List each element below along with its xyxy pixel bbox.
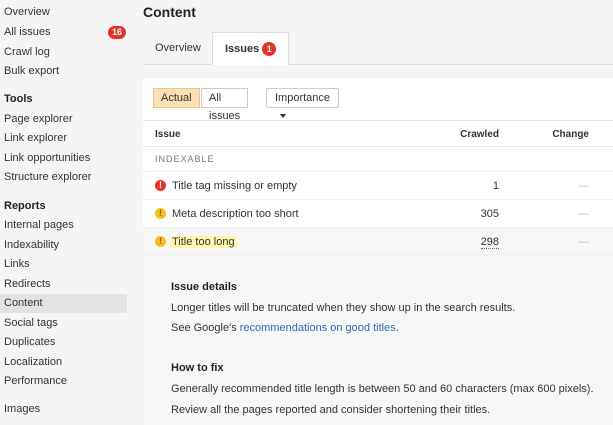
- column-header-crawled[interactable]: Crawled: [460, 129, 499, 140]
- issue-details-heading: Issue details: [171, 281, 238, 293]
- error-icon: !: [155, 180, 166, 191]
- table-row-selected[interactable]: ! Title too long 298 —: [143, 227, 613, 255]
- issues-panel: Actual All issues Importance Issue Crawl…: [143, 78, 613, 425]
- sidebar-heading-tools: Tools: [4, 93, 33, 105]
- tab-issues[interactable]: Issues 1: [212, 32, 290, 65]
- all-issues-toggle[interactable]: All issues: [201, 88, 249, 122]
- sidebar-item-redirects[interactable]: Redirects: [4, 275, 131, 294]
- issue-name[interactable]: Meta description too short: [172, 208, 299, 220]
- crawled-count[interactable]: 1: [493, 180, 499, 192]
- column-header-change[interactable]: Change: [552, 129, 589, 140]
- section-label-indexable: INDEXABLE: [155, 154, 215, 164]
- sidebar-item-duplicates[interactable]: Duplicates: [4, 333, 131, 352]
- table-row[interactable]: ! Title tag missing or empty 1 —: [143, 171, 613, 199]
- how-to-fix-text: Review all the pages reported and consid…: [171, 404, 491, 416]
- sidebar-heading-reports: Reports: [4, 200, 46, 212]
- issue-details-guidance: See Google's recommendations on good tit…: [171, 322, 399, 334]
- chevron-down-icon: [280, 114, 286, 118]
- warning-icon: !: [155, 236, 166, 247]
- how-to-fix-text: Generally recommended title length is be…: [171, 383, 594, 395]
- issue-name[interactable]: Title too long: [170, 236, 237, 248]
- main-content: Content Overview Issues 1 Actual All issu…: [143, 0, 613, 425]
- tab-bar: Overview Issues 1: [143, 32, 613, 65]
- crawled-count[interactable]: 305: [481, 208, 499, 220]
- actual-toggle[interactable]: Actual: [153, 88, 200, 108]
- crawled-count-link[interactable]: 298: [480, 236, 499, 249]
- table-row[interactable]: ! Meta description too short 305 —: [143, 199, 613, 227]
- change-value: —: [578, 180, 589, 192]
- sidebar-item-page-explorer[interactable]: Page explorer: [4, 110, 131, 129]
- table-header: Issue Crawled Change: [143, 120, 613, 147]
- sidebar-item-localization[interactable]: Localization: [4, 353, 131, 372]
- sidebar-item-performance[interactable]: Performance: [4, 372, 131, 391]
- warning-icon: !: [155, 208, 166, 219]
- sidebar-item-link-explorer[interactable]: Link explorer: [4, 129, 131, 148]
- issues-count-badge: 1: [262, 42, 277, 56]
- sidebar-item-content[interactable]: Content: [0, 294, 127, 313]
- change-value: —: [578, 236, 589, 248]
- issue-details-panel: Issue details Longer titles will be trun…: [143, 254, 613, 425]
- sidebar-item-images[interactable]: Images: [4, 400, 131, 419]
- sidebar-item-bulk-export[interactable]: Bulk export: [4, 62, 131, 81]
- importance-dropdown[interactable]: Importance: [266, 88, 340, 118]
- sidebar-item-link-opportunities[interactable]: Link opportunities: [4, 149, 131, 168]
- page-title: Content: [143, 4, 196, 20]
- sidebar-item-structure-explorer[interactable]: Structure explorer: [4, 168, 131, 187]
- column-header-issue[interactable]: Issue: [155, 129, 181, 140]
- recommendations-link[interactable]: recommendations on good titles: [240, 322, 396, 334]
- all-issues-count-badge: 16: [108, 26, 127, 39]
- sidebar-item-social-tags[interactable]: Social tags: [4, 314, 131, 333]
- sidebar: Overview All issues 16 Crawl log Bulk ex…: [0, 0, 131, 425]
- sidebar-item-overview[interactable]: Overview: [4, 3, 131, 22]
- tab-overview[interactable]: Overview: [143, 32, 213, 65]
- sidebar-item-crawl-log[interactable]: Crawl log: [4, 43, 131, 62]
- issue-details-text: Longer titles will be truncated when the…: [171, 302, 516, 314]
- sidebar-item-links[interactable]: Links: [4, 255, 131, 274]
- sidebar-item-internal-pages[interactable]: Internal pages: [4, 216, 131, 235]
- issue-name[interactable]: Title tag missing or empty: [172, 180, 297, 192]
- how-to-fix-heading: How to fix: [171, 362, 224, 374]
- sidebar-item-indexability[interactable]: Indexability: [4, 236, 131, 255]
- change-value: —: [578, 208, 589, 220]
